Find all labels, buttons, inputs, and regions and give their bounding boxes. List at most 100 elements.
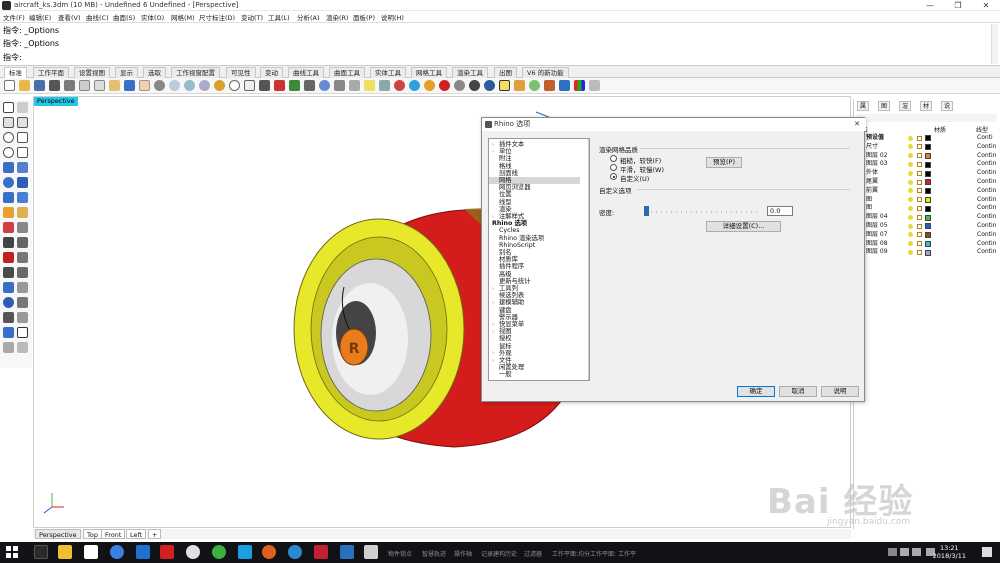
tree-item[interactable]: 更新与统计 xyxy=(499,278,530,285)
more-tools-icon[interactable] xyxy=(17,342,28,353)
layer-lock-icon[interactable] xyxy=(917,223,922,229)
four-view-icon[interactable] xyxy=(244,80,255,91)
tab-solid-tools[interactable]: 实体工具 xyxy=(370,67,406,78)
rotate-view-icon[interactable] xyxy=(154,80,165,91)
scale-icon[interactable] xyxy=(17,267,28,278)
menu-mesh[interactable]: 网格(M) xyxy=(171,12,195,22)
layer-lock-icon[interactable] xyxy=(917,241,922,247)
menu-edit[interactable]: 编辑(E) xyxy=(29,12,51,22)
tree-item[interactable]: Rhino 渲染选项 xyxy=(499,235,544,242)
menu-panels[interactable]: 面板(P) xyxy=(353,12,375,22)
tree-item[interactable]: 授权 xyxy=(499,335,512,342)
layer-lock-icon[interactable] xyxy=(917,205,922,211)
layer-visibility-icon[interactable] xyxy=(908,205,913,211)
maximize-button[interactable]: ❐ xyxy=(944,0,972,11)
tab-render[interactable]: 渲 xyxy=(899,101,912,111)
sphere-icon[interactable] xyxy=(319,80,330,91)
rhino-taskbar-icon[interactable] xyxy=(364,545,378,559)
layer-lock-icon[interactable] xyxy=(917,232,922,238)
menu-dimension[interactable]: 尺寸标注(D) xyxy=(199,12,235,22)
tab-standard[interactable]: 标准 xyxy=(4,67,27,78)
trim-icon[interactable] xyxy=(17,237,28,248)
tab-properties[interactable]: 属 xyxy=(857,101,870,111)
tree-item[interactable]: 插件程序 xyxy=(499,263,524,270)
cancel-button[interactable]: 取消 xyxy=(779,386,817,397)
tree-item[interactable]: 格线 xyxy=(499,163,512,170)
menu-tools[interactable]: 工具(L) xyxy=(268,12,290,22)
box-icon[interactable] xyxy=(17,177,28,188)
tab-render-tools[interactable]: 渲染工具 xyxy=(452,67,488,78)
layer-row[interactable]: 图层 08 Contin xyxy=(854,240,1000,249)
status-osnap[interactable]: 物件锁点 xyxy=(388,549,412,558)
mirror-icon[interactable] xyxy=(3,282,14,293)
word-icon[interactable] xyxy=(340,545,354,559)
density-input[interactable]: 0.0 xyxy=(767,206,793,216)
curve-icon[interactable] xyxy=(17,117,28,128)
tab-visibility[interactable]: 可见性 xyxy=(226,67,256,78)
menu-surface[interactable]: 曲面(S) xyxy=(113,12,135,22)
tab-v6-new[interactable]: V6 的新功能 xyxy=(522,67,569,78)
tree-expand-icon[interactable]: › xyxy=(492,358,494,364)
tree-expand-icon[interactable]: › xyxy=(492,286,494,292)
boolean-difference-icon[interactable] xyxy=(17,207,28,218)
tree-item[interactable]: 警示器 xyxy=(499,314,518,321)
move-icon[interactable] xyxy=(3,252,14,263)
box-icon[interactable] xyxy=(334,80,345,91)
status-filter[interactable]: 过滤器 xyxy=(524,549,542,558)
wechat-icon[interactable] xyxy=(212,545,226,559)
zoom-icon[interactable] xyxy=(169,80,180,91)
tree-expand-icon[interactable]: › xyxy=(492,329,494,335)
ghosted-icon[interactable] xyxy=(469,80,480,91)
layer-visibility-icon[interactable] xyxy=(908,241,913,247)
layer-color-swatch[interactable] xyxy=(925,135,931,142)
layer-row[interactable]: 图层 03 Contin xyxy=(854,160,1000,169)
windows-start-icon[interactable] xyxy=(6,546,18,558)
qq-icon[interactable] xyxy=(238,545,252,559)
dialog-close-icon[interactable]: ✕ xyxy=(854,120,860,128)
tree-item[interactable]: 鼠标 xyxy=(499,343,512,350)
tree-item[interactable]: 附注 xyxy=(499,155,512,162)
surface-icon[interactable] xyxy=(3,162,14,173)
curve-icon[interactable] xyxy=(304,80,315,91)
layer-lock-icon[interactable] xyxy=(917,179,922,185)
copy-object-icon[interactable] xyxy=(17,252,28,263)
layer-color-swatch[interactable] xyxy=(925,161,931,168)
tree-expand-icon[interactable]: › xyxy=(492,214,494,220)
close-button[interactable]: ✕ xyxy=(972,0,1000,11)
tree-item[interactable]: 剖面线 xyxy=(499,170,518,177)
layer-row[interactable]: 外体 Contin xyxy=(854,169,1000,178)
layer-lock-icon[interactable] xyxy=(917,170,922,176)
select-arrow-icon[interactable] xyxy=(3,102,14,113)
radio-coarse[interactable] xyxy=(610,155,617,162)
layer-lock-icon[interactable] xyxy=(917,153,922,159)
ok-button[interactable]: 确定 xyxy=(737,386,775,397)
tab-curve-tools[interactable]: 曲线工具 xyxy=(288,67,324,78)
layer-visibility-icon[interactable] xyxy=(908,135,913,141)
zoom-window-icon[interactable] xyxy=(184,80,195,91)
grid-icon[interactable] xyxy=(259,80,270,91)
layer-row[interactable]: 尺寸 Contin xyxy=(854,143,1000,152)
rotate-icon[interactable] xyxy=(3,267,14,278)
print-icon[interactable] xyxy=(49,80,60,91)
layer-visibility-icon[interactable] xyxy=(908,232,913,238)
tab-select[interactable]: 选取 xyxy=(143,67,166,78)
material-icon[interactable] xyxy=(424,80,435,91)
layer-row[interactable]: 图层 02 Contin xyxy=(854,152,1000,161)
layer-lock-icon[interactable] xyxy=(917,249,922,255)
firefox-icon[interactable] xyxy=(262,545,276,559)
tools-icon[interactable] xyxy=(514,80,525,91)
layer-visibility-icon[interactable] xyxy=(908,223,913,229)
tree-expand-icon[interactable]: › xyxy=(492,300,494,306)
tree-scroll-thumb[interactable] xyxy=(589,149,590,371)
zoom-extents-icon[interactable] xyxy=(199,80,210,91)
layer-color-swatch[interactable] xyxy=(925,214,931,221)
boolean-union-icon[interactable] xyxy=(3,207,14,218)
grid-snap-icon[interactable] xyxy=(3,312,14,323)
new-file-icon[interactable] xyxy=(4,80,15,91)
status-gumball[interactable]: 操作轴 xyxy=(454,549,472,558)
render-icon[interactable] xyxy=(409,80,420,91)
layer-lock-icon[interactable] xyxy=(917,214,922,220)
app-red-icon[interactable] xyxy=(160,545,174,559)
layer-visibility-icon[interactable] xyxy=(908,144,913,150)
target-icon[interactable] xyxy=(229,80,240,91)
